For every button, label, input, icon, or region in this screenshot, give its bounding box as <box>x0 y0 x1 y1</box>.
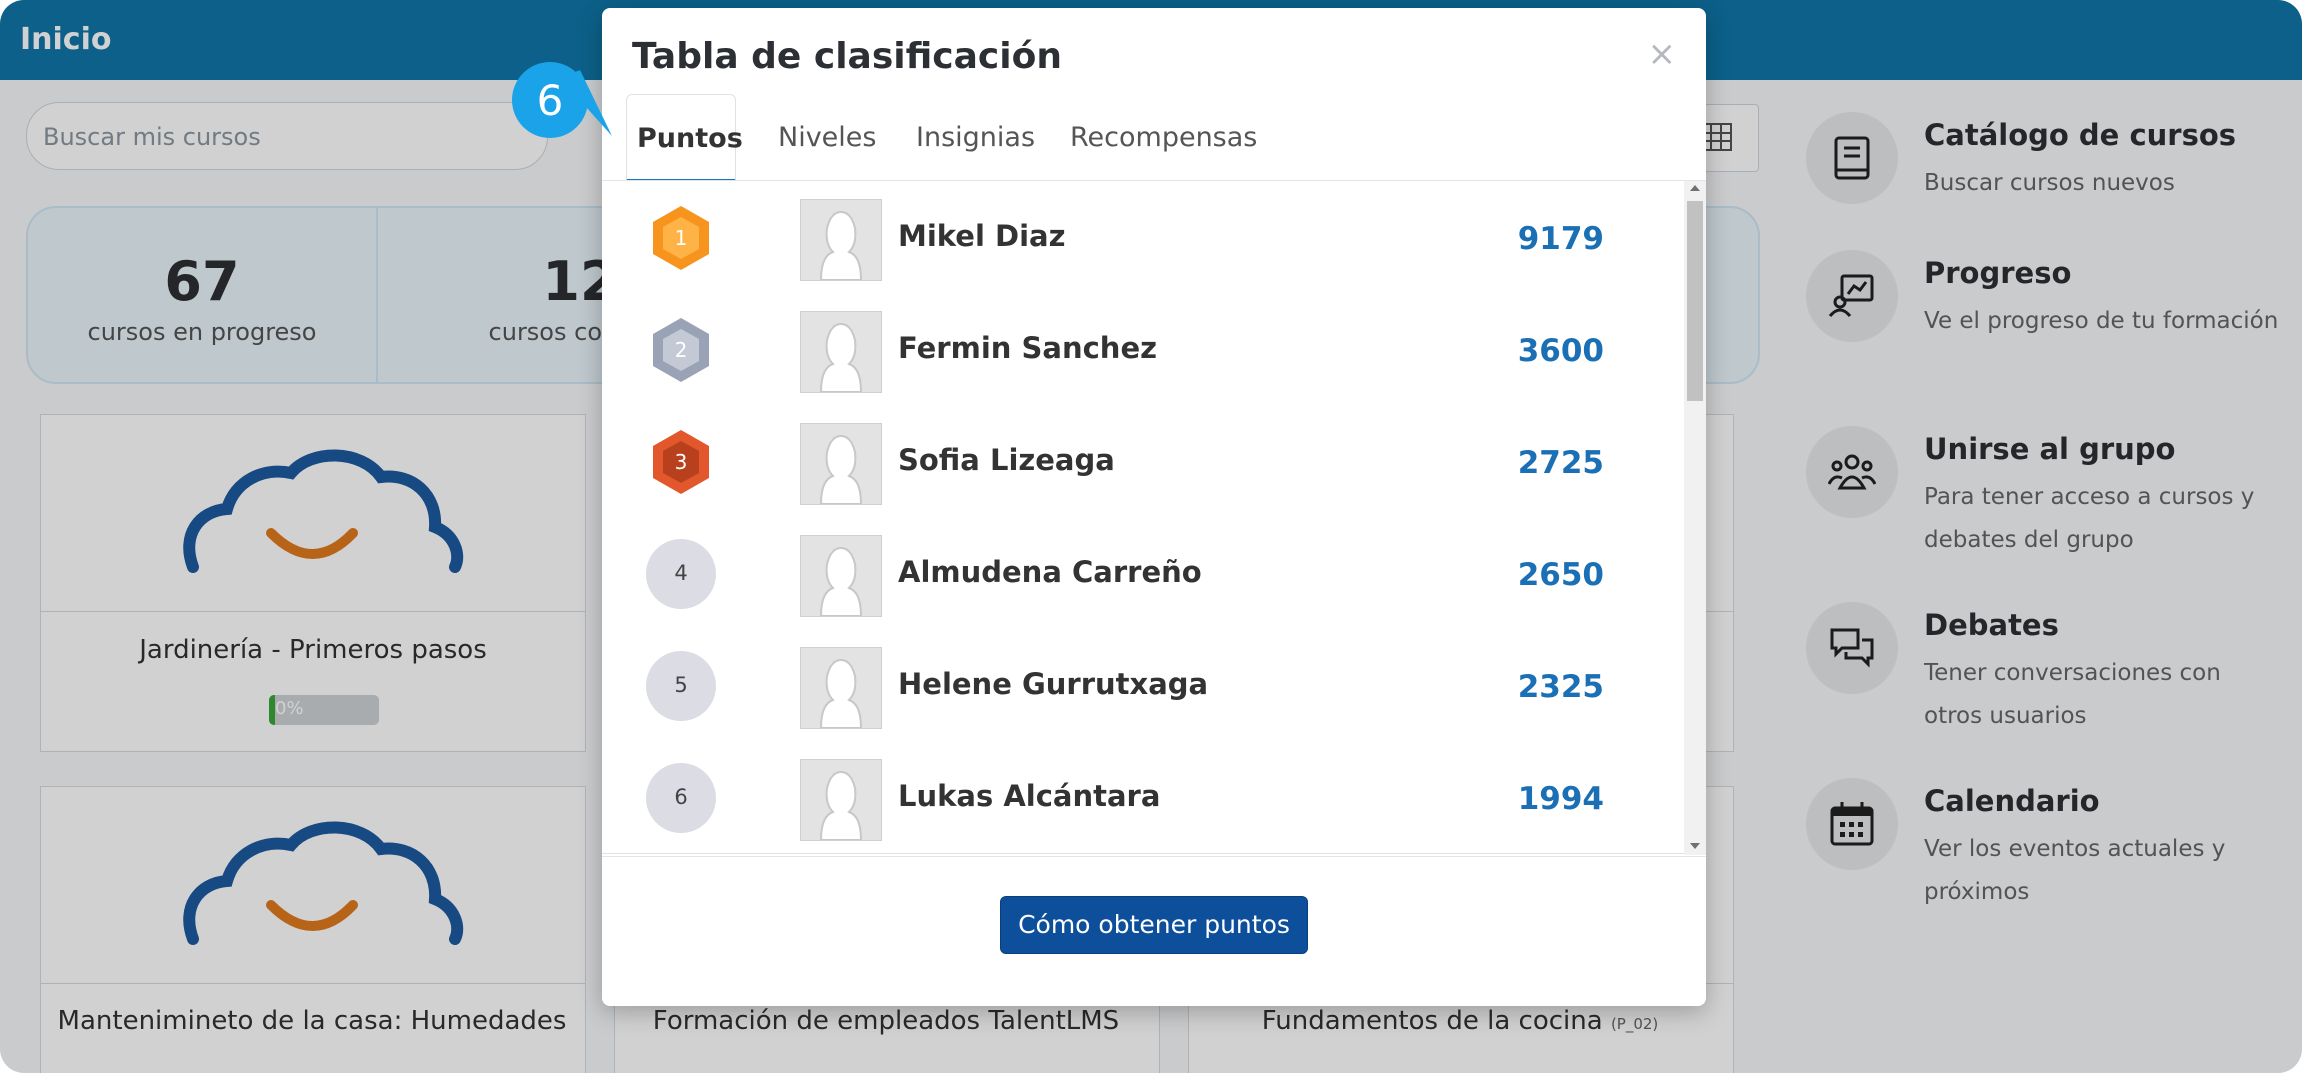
user-name: Helene Gurrutxaga <box>898 667 1209 701</box>
avatar <box>800 199 882 281</box>
avatar <box>800 759 882 841</box>
leaderboard-row: 6 Lukas Alcántara 1994 <box>602 741 1684 854</box>
user-points: 2650 <box>1517 557 1604 593</box>
rank-badge: 4 <box>646 539 716 609</box>
modal-title: Tabla de clasificación <box>632 36 1062 77</box>
rank-number: 4 <box>674 561 688 585</box>
silver-medal-icon: 2 <box>646 315 716 385</box>
rank-number: 2 <box>675 338 688 362</box>
leaderboard-modal: Tabla de clasificación × Puntos Niveles … <box>602 8 1706 1006</box>
rank-number: 3 <box>675 450 688 474</box>
list-scrollbar[interactable] <box>1684 181 1706 855</box>
leaderboard-row: 4 Almudena Carreño 2650 <box>602 517 1684 630</box>
rank-badge: 5 <box>646 651 716 721</box>
user-points: 2325 <box>1517 669 1604 705</box>
avatar <box>800 647 882 729</box>
scrollbar-thumb[interactable] <box>1687 201 1703 401</box>
close-icon[interactable]: × <box>1648 34 1677 74</box>
user-points: 3600 <box>1517 333 1604 369</box>
bronze-medal-icon: 3 <box>646 427 716 497</box>
tab-levels[interactable]: Niveles <box>778 94 878 178</box>
tab-badges[interactable]: Insignias <box>916 94 1036 178</box>
app-frame: Inicio Buscar mis cursos 67 cursos en pr… <box>0 0 2302 1073</box>
tab-points[interactable]: Puntos <box>626 94 743 182</box>
leaderboard-row: 3 Sofia Lizeaga 2725 <box>602 405 1684 518</box>
user-name: Mikel Diaz <box>898 219 1066 253</box>
tab-label: Insignias <box>916 122 1036 153</box>
tab-label: Niveles <box>778 122 877 153</box>
avatar <box>800 311 882 393</box>
scroll-down-icon[interactable] <box>1690 843 1700 849</box>
leaderboard-row: 1 Mikel Diaz 9179 <box>602 181 1684 294</box>
user-name: Sofia Lizeaga <box>898 443 1115 477</box>
tab-rewards[interactable]: Recompensas <box>1070 94 1257 178</box>
user-name: Almudena Carreño <box>898 555 1202 589</box>
avatar <box>800 535 882 617</box>
leaderboard-row: 2 Fermin Sanchez 3600 <box>602 293 1684 406</box>
callout-pointer-icon <box>560 70 612 136</box>
how-to-earn-points-button[interactable]: Cómo obtener puntos <box>1000 896 1308 954</box>
user-name: Lukas Alcántara <box>898 779 1161 813</box>
leaderboard-list[interactable]: 1 Mikel Diaz 9179 2 Fermin Sanchez 3600 <box>602 181 1684 855</box>
tab-label: Puntos <box>637 123 743 154</box>
modal-footer-divider <box>602 856 1706 857</box>
gold-medal-icon: 1 <box>646 203 716 273</box>
leaderboard-tabs: Puntos Niveles Insignias Recompensas <box>626 94 1682 182</box>
user-points: 9179 <box>1517 221 1604 257</box>
user-points: 2725 <box>1517 445 1604 481</box>
user-name: Fermin Sanchez <box>898 331 1157 365</box>
rank-number: 1 <box>675 226 688 250</box>
leaderboard-row: 5 Helene Gurrutxaga 2325 <box>602 629 1684 742</box>
scroll-up-icon[interactable] <box>1690 185 1700 191</box>
rank-number: 5 <box>674 673 688 697</box>
rank-number: 6 <box>674 785 688 809</box>
rank-badge: 6 <box>646 763 716 833</box>
tab-label: Recompensas <box>1070 122 1258 153</box>
user-points: 1994 <box>1517 781 1604 817</box>
avatar <box>800 423 882 505</box>
